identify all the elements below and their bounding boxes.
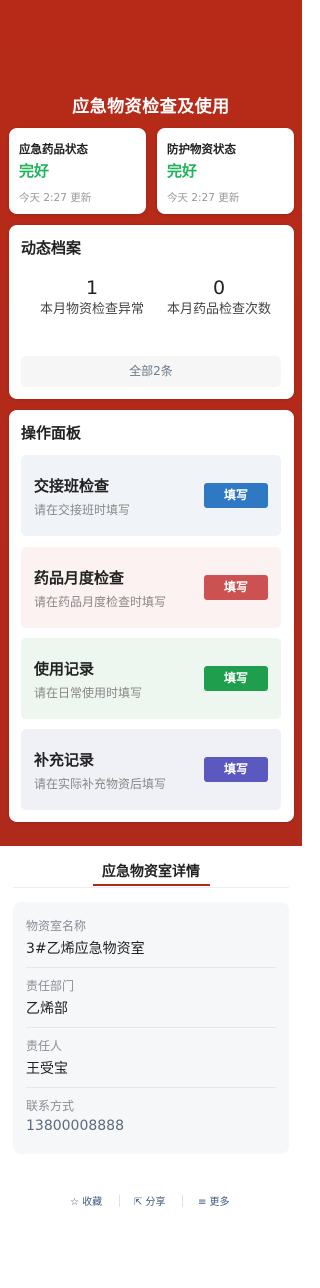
stat-monthly-medicine-checks[interactable]: 0 本月药品检查次数 (159, 277, 279, 318)
section-title: 动态档案 (21, 239, 82, 257)
field-value: 乙烯部 (26, 1001, 68, 1017)
fill-button[interactable]: 填写 (204, 483, 268, 508)
stat-value: 0 (212, 277, 226, 299)
stat-label: 本月药品检查次数 (166, 302, 271, 317)
phone-link[interactable]: 13800008888 (26, 1118, 276, 1134)
status-value: 完好 (19, 162, 50, 180)
favorite-button[interactable]: ☆ 收藏 (70, 1193, 102, 1208)
operation-panel-card: 操作面板 交接班检查 请在交接班时填写 填写 药品月度检查 请在药品月度检查时填… (9, 410, 294, 822)
field-person-in-charge: 责任人 王受宝 (26, 1037, 276, 1078)
dynamic-archive-card: 动态档案 1 本月物资检查异常 0 本月药品检查次数 全部2条 (9, 225, 294, 399)
fill-button[interactable]: 填写 (204, 575, 268, 600)
op-item-monthly-medicine[interactable]: 药品月度检查 请在药品月度检查时填写 填写 (21, 547, 281, 628)
stat-value: 1 (85, 277, 99, 299)
status-time: 今天 2:27 更新 (167, 192, 240, 204)
op-item-replenish-record[interactable]: 补充记录 请在实际补充物资后填写 填写 (21, 729, 281, 810)
tab-active-indicator (93, 884, 210, 886)
field-value: 王受宝 (26, 1061, 68, 1077)
divider (182, 1195, 183, 1207)
page-title: 应急物资检查及使用 (72, 97, 230, 117)
share-button[interactable]: ⇱ 分享 (134, 1193, 166, 1208)
field-label: 责任部门 (26, 979, 75, 993)
status-time: 今天 2:27 更新 (19, 192, 92, 204)
stat-monthly-inspection-abnormal[interactable]: 1 本月物资检查异常 (32, 277, 152, 318)
status-title: 防护物资状态 (167, 142, 236, 156)
status-title: 应急药品状态 (19, 142, 88, 156)
op-item-shift-handover[interactable]: 交接班检查 请在交接班时填写 填写 (21, 455, 281, 536)
field-department: 责任部门 乙烯部 (26, 977, 276, 1018)
field-label: 物资室名称 (26, 919, 87, 933)
medicine-status-card[interactable]: 应急药品状态 完好 今天 2:27 更新 (9, 128, 146, 214)
op-item-usage-record[interactable]: 使用记录 请在日常使用时填写 填写 (21, 638, 281, 719)
footer-actions: ☆ 收藏 ⇱ 分享 ≡ 更多 (0, 1193, 302, 1211)
divider (26, 1027, 276, 1028)
tab-room-detail[interactable]: 应急物资室详情 (0, 861, 302, 881)
field-room-name: 物资室名称 3#乙烯应急物资室 (26, 917, 276, 958)
protective-status-card[interactable]: 防护物资状态 完好 今天 2:27 更新 (157, 128, 294, 214)
divider (26, 967, 276, 968)
fill-button[interactable]: 填写 (204, 666, 268, 691)
section-title: 操作面板 (21, 424, 82, 442)
status-value: 完好 (167, 162, 198, 180)
divider (13, 887, 289, 888)
divider (26, 1087, 276, 1088)
divider (119, 1195, 120, 1207)
field-label: 责任人 (26, 1039, 63, 1053)
field-contact[interactable]: 联系方式 13800008888 (26, 1097, 276, 1134)
room-detail-card: 物资室名称 3#乙烯应急物资室 责任部门 乙烯部 责任人 王受宝 联系方式 13… (13, 902, 289, 1154)
stat-label: 本月物资检查异常 (39, 302, 144, 317)
view-all-button[interactable]: 全部2条 (21, 356, 281, 387)
field-label: 联系方式 (26, 1099, 75, 1113)
more-button[interactable]: ≡ 更多 (198, 1193, 230, 1208)
field-value: 3#乙烯应急物资室 (26, 941, 145, 957)
fill-button[interactable]: 填写 (204, 757, 268, 782)
